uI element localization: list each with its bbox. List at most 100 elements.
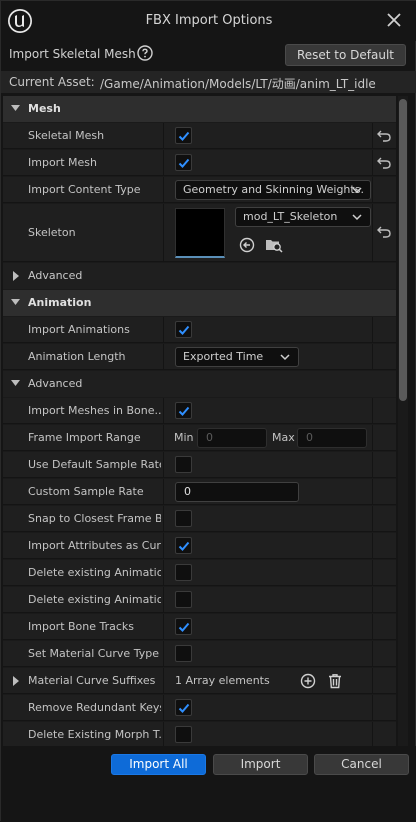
import-attributes-as-curves-label: Import Attributes as Cur...: [28, 539, 161, 552]
snap-to-closest-frame-checkbox[interactable]: [175, 510, 192, 527]
fbx-import-dialog: FBX Import Options Import Skeletal Mesh …: [0, 0, 416, 822]
skeleton-value: mod_LT_Skeleton: [243, 210, 338, 223]
delete-existing-animation-2-label: Delete existing Animatio...: [28, 593, 161, 606]
add-element-icon[interactable]: [300, 673, 316, 689]
import-content-type-dropdown[interactable]: Geometry and Skinning Weights.: [175, 180, 371, 200]
row-remove-redundant-keys: Remove Redundant Keys: [3, 695, 396, 721]
reset-arrow-icon[interactable]: [377, 226, 391, 238]
delete-existing-morph-target-checkbox[interactable]: [175, 726, 192, 743]
animation-advanced-label: Advanced: [28, 377, 83, 390]
chevron-down-icon: [352, 214, 362, 221]
delete-existing-morph-target-label: Delete Existing Morph T...: [28, 728, 161, 741]
checkmark-icon: [178, 541, 190, 551]
checkmark-icon: [178, 622, 190, 632]
row-set-material-curve-type: Set Material Curve Type: [3, 641, 396, 667]
row-animation-length: Animation Length Exported Time: [3, 344, 396, 370]
row-frame-import-range: Frame Import Range Min 0 Max 0: [3, 425, 396, 451]
row-import-bone-tracks: Import Bone Tracks: [3, 614, 396, 640]
checkmark-icon: [178, 158, 190, 168]
use-default-sample-rate-checkbox[interactable]: [175, 456, 192, 473]
import-button[interactable]: Import: [213, 754, 308, 775]
chevron-right-icon[interactable]: [13, 676, 20, 686]
material-curve-suffixes-value: 1 Array elements: [175, 674, 270, 687]
import-mesh-label: Import Mesh: [28, 156, 97, 169]
section-animation[interactable]: Animation: [3, 290, 396, 316]
cancel-button[interactable]: Cancel: [314, 754, 409, 775]
use-selected-asset-icon[interactable]: [239, 237, 255, 253]
chevron-down-icon: [352, 187, 362, 194]
remove-redundant-keys-checkbox[interactable]: [175, 699, 192, 716]
snap-to-closest-frame-label: Snap to Closest Frame B...: [28, 512, 161, 525]
import-bone-tracks-checkbox[interactable]: [175, 618, 192, 635]
checkmark-icon: [178, 406, 190, 416]
reset-to-default-button[interactable]: Reset to Default: [285, 44, 406, 66]
custom-sample-rate-input[interactable]: 0: [175, 482, 299, 502]
import-title: Import Skeletal Mesh: [9, 47, 136, 61]
row-delete-existing-animation-2: Delete existing Animatio...: [3, 587, 396, 613]
set-material-curve-type-label: Set Material Curve Type: [28, 647, 159, 660]
row-snap-to-closest-frame: Snap to Closest Frame B...: [3, 506, 396, 532]
title-bar: FBX Import Options: [1, 1, 416, 41]
row-skeleton: Skeleton mod_LT_Skeleton: [3, 204, 396, 262]
frame-min-input[interactable]: 0: [197, 428, 267, 448]
row-import-mesh: Import Mesh: [3, 150, 396, 176]
skeletal-mesh-label: Skeletal Mesh: [28, 129, 105, 142]
row-import-attributes-as-curves: Import Attributes as Cur...: [3, 533, 396, 559]
row-custom-sample-rate: Custom Sample Rate 0: [3, 479, 396, 505]
animation-advanced-group[interactable]: Advanced: [3, 371, 396, 397]
frame-max-input[interactable]: 0: [297, 428, 367, 448]
import-bone-tracks-label: Import Bone Tracks: [28, 620, 135, 633]
row-import-meshes-in-bone: Import Meshes in Bone...: [3, 398, 396, 424]
delete-existing-animation-2-checkbox[interactable]: [175, 591, 192, 608]
checkmark-icon: [178, 131, 190, 141]
chevron-down-icon: [11, 299, 20, 305]
section-animation-label: Animation: [28, 296, 92, 309]
skeleton-label: Skeleton: [28, 226, 76, 239]
skeletal-mesh-checkbox[interactable]: [175, 127, 192, 144]
import-animations-label: Import Animations: [28, 323, 130, 336]
row-delete-existing-animation-1: Delete existing Animatio...: [3, 560, 396, 586]
import-meshes-in-bone-checkbox[interactable]: [175, 402, 192, 419]
options-panel: Mesh Skeletal Mesh Import Mesh Import Co…: [3, 96, 396, 746]
row-delete-existing-morph-target: Delete Existing Morph T...: [3, 722, 396, 746]
animation-length-dropdown[interactable]: Exported Time: [175, 347, 299, 367]
import-mesh-checkbox[interactable]: [175, 154, 192, 171]
trash-icon[interactable]: [327, 673, 343, 689]
delete-existing-animation-1-checkbox[interactable]: [175, 564, 192, 581]
custom-sample-rate-value: 0: [184, 485, 191, 498]
reset-arrow-icon[interactable]: [377, 130, 391, 142]
animation-length-label: Animation Length: [28, 350, 126, 363]
custom-sample-rate-label: Custom Sample Rate: [28, 485, 144, 498]
current-asset-label: Current Asset:: [9, 75, 95, 89]
mesh-advanced-group[interactable]: Advanced: [3, 263, 396, 289]
frame-import-range-label: Frame Import Range: [28, 431, 141, 444]
use-default-sample-rate-label: Use Default Sample Rate: [28, 458, 161, 471]
row-import-animations: Import Animations: [3, 317, 396, 343]
reset-arrow-icon[interactable]: [377, 157, 391, 169]
import-meshes-in-bone-label: Import Meshes in Bone...: [28, 404, 161, 417]
window-title: FBX Import Options: [145, 13, 273, 28]
import-content-type-value: Geometry and Skinning Weights.: [183, 183, 364, 196]
checkmark-icon: [178, 325, 190, 335]
set-material-curve-type-checkbox[interactable]: [175, 645, 192, 662]
help-icon[interactable]: [137, 45, 153, 61]
import-animations-checkbox[interactable]: [175, 321, 192, 338]
import-all-button[interactable]: Import All: [111, 754, 206, 775]
row-use-default-sample-rate: Use Default Sample Rate: [3, 452, 396, 478]
remove-redundant-keys-label: Remove Redundant Keys: [28, 701, 161, 714]
skeleton-thumbnail[interactable]: [175, 208, 225, 258]
delete-existing-animation-1-label: Delete existing Animatio...: [28, 566, 161, 579]
scrollbar-thumb[interactable]: [399, 99, 407, 401]
chevron-down-icon: [280, 354, 290, 361]
frame-min-label: Min: [174, 431, 194, 444]
import-content-type-label: Import Content Type: [28, 183, 141, 196]
section-mesh[interactable]: Mesh: [3, 96, 396, 122]
import-attributes-as-curves-checkbox[interactable]: [175, 537, 192, 554]
section-mesh-label: Mesh: [28, 102, 61, 115]
close-icon[interactable]: [385, 11, 403, 29]
current-asset-row: Current Asset: /Game/Animation/Models/LT…: [1, 71, 416, 93]
row-skeletal-mesh: Skeletal Mesh: [3, 123, 396, 149]
skeleton-dropdown[interactable]: mod_LT_Skeleton: [235, 207, 371, 227]
row-import-content-type: Import Content Type Geometry and Skinnin…: [3, 177, 396, 203]
browse-asset-icon[interactable]: [265, 237, 283, 253]
